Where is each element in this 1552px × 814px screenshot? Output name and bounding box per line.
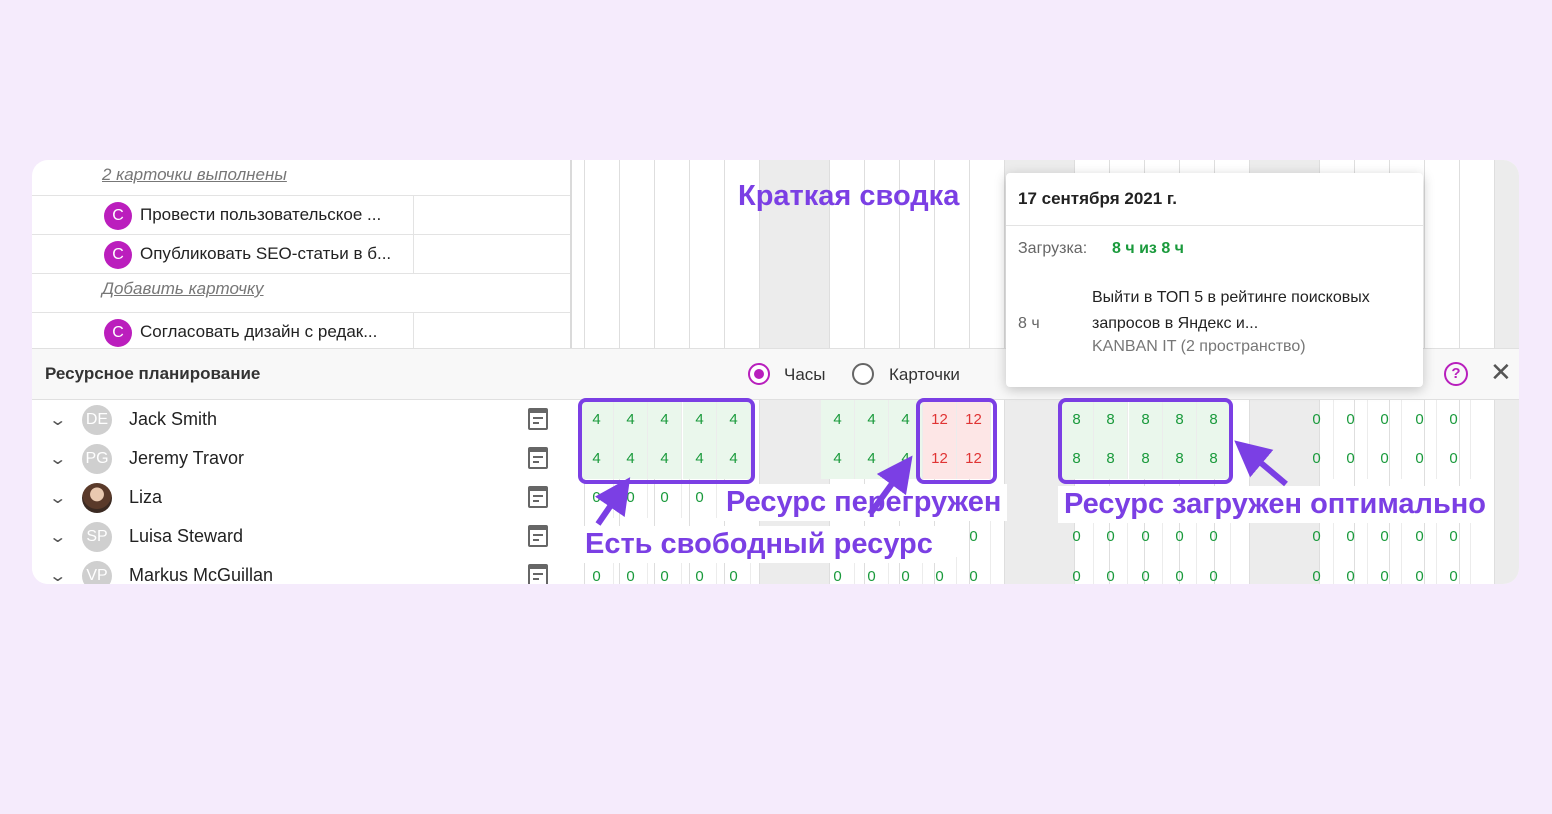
optimal-arrow bbox=[1234, 440, 1288, 487]
tooltip-task-title[interactable]: Выйти в ТОП 5 в рейтинге поисковых запро… bbox=[1092, 285, 1412, 337]
annotation-arrows bbox=[594, 440, 1288, 526]
day-summary-tooltip: 17 сентября 2021 г. Загрузка: 8 ч из 8 ч… bbox=[1006, 173, 1423, 387]
overloaded-arrow bbox=[867, 455, 913, 516]
free-resource-arrow bbox=[594, 477, 631, 526]
tooltip-date: 17 сентября 2021 г. bbox=[1018, 189, 1178, 208]
tooltip-load-value: 8 ч из 8 ч bbox=[1112, 240, 1184, 257]
tooltip-load-label: Загрузка: bbox=[1018, 240, 1088, 257]
tooltip-task-hours: 8 ч bbox=[1018, 315, 1040, 332]
tooltip-task-space: KANBAN IT (2 пространство) bbox=[1092, 338, 1306, 355]
tooltip-divider bbox=[1006, 225, 1423, 226]
